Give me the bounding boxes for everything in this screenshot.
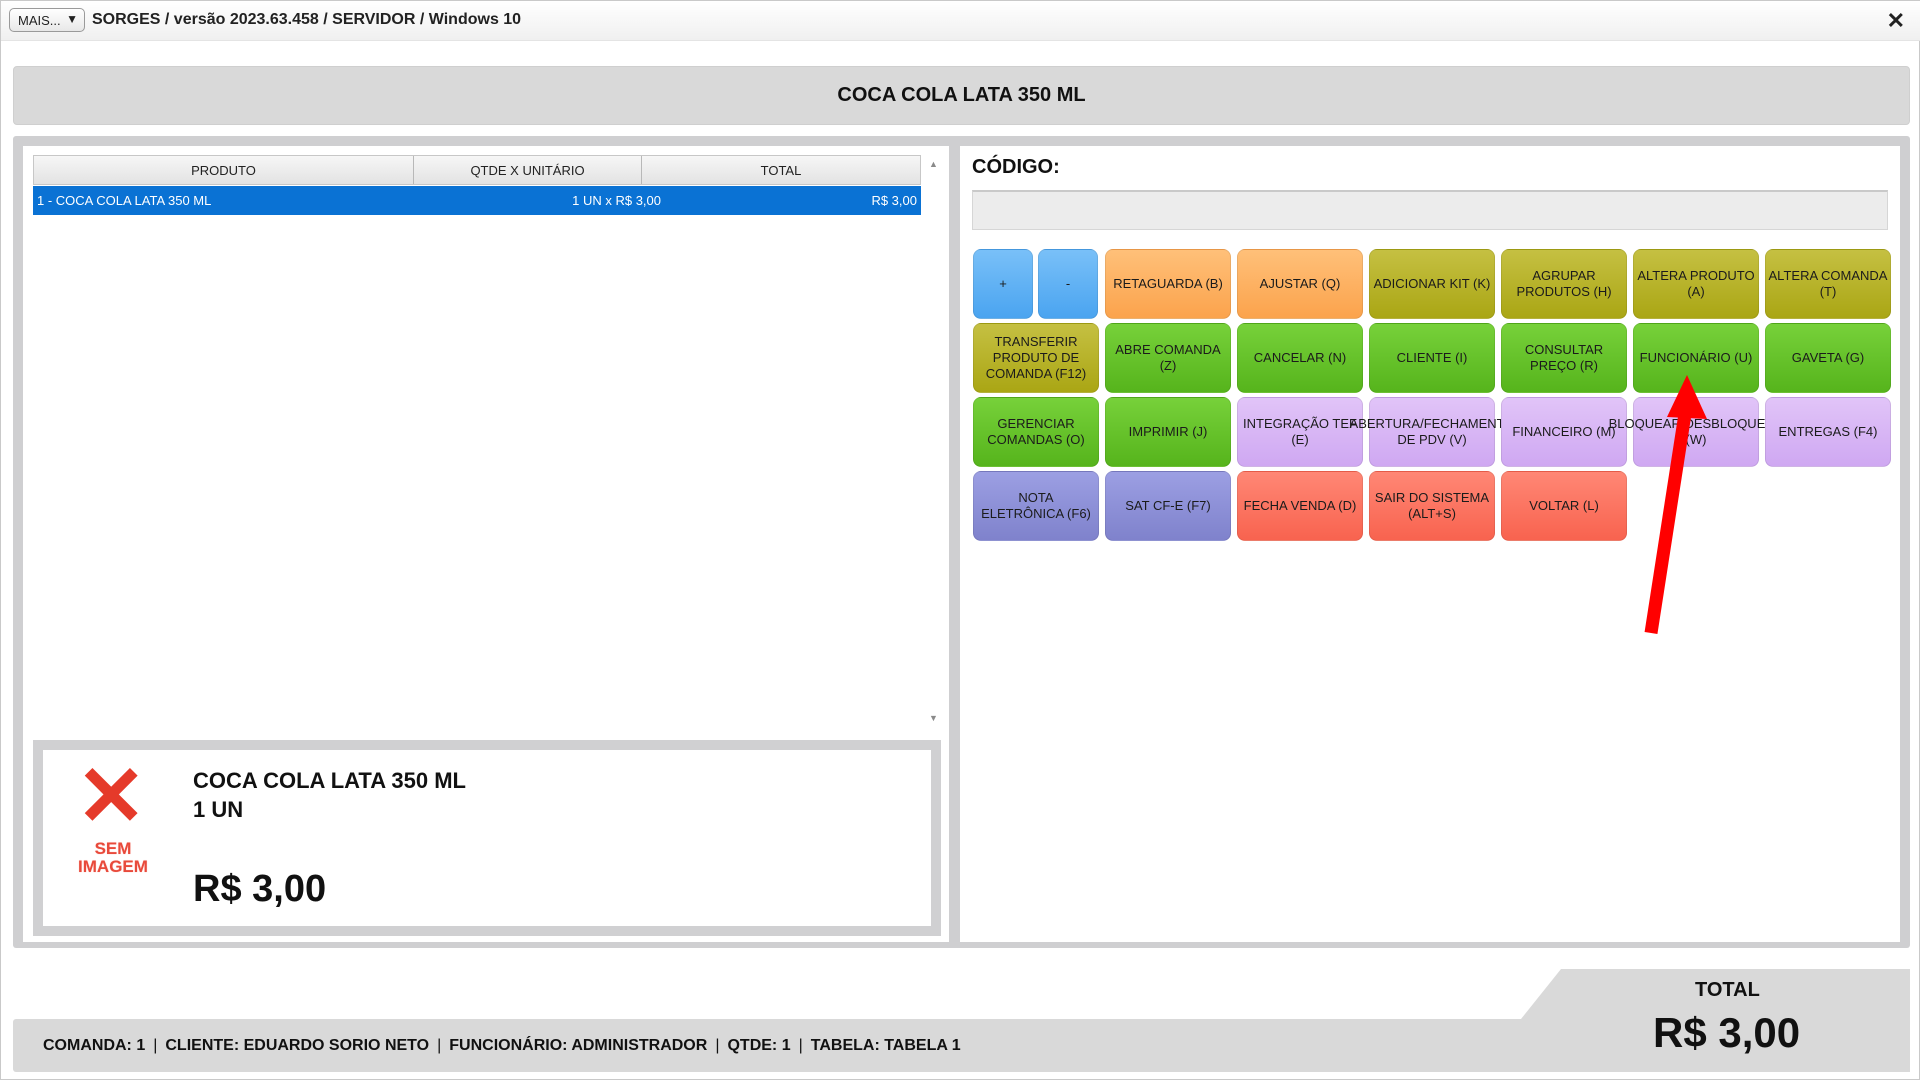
cliente-i-button[interactable]: CLIENTE (I) bbox=[1369, 323, 1495, 393]
integracao-tef-e-button[interactable]: INTEGRAÇÃO TEF (E) bbox=[1237, 397, 1363, 467]
product-detail: ✕ SEM IMAGEM COCA COLA LATA 350 ML 1 UN … bbox=[43, 750, 931, 926]
total-value: R$ 3,00 bbox=[1653, 1009, 1801, 1056]
grid-scrollbar[interactable]: ▲ ▼ bbox=[927, 155, 941, 729]
nota-eletronica-f6-button[interactable]: NOTA ELETRÔNICA (F6) bbox=[973, 471, 1099, 541]
sat-cf-e-f7-button[interactable]: SAT CF-E (F7) bbox=[1105, 471, 1231, 541]
column-header-produto[interactable]: PRODUTO bbox=[34, 156, 414, 184]
no-image-x-icon: ✕ bbox=[76, 749, 147, 843]
minus-button[interactable]: - bbox=[1038, 249, 1098, 319]
red-arrow-annotation bbox=[1644, 375, 1707, 634]
consultar-preco-r-button[interactable]: CONSULTAR PREÇO (R) bbox=[1501, 323, 1627, 393]
status-separator: | bbox=[715, 1036, 720, 1054]
gerenciar-comandas-o-button[interactable]: GERENCIAR COMANDAS (O) bbox=[973, 397, 1099, 467]
status-funcionario: FUNCIONÁRIO: ADMINISTRADOR bbox=[449, 1036, 708, 1054]
product-detail-frame: ✕ SEM IMAGEM COCA COLA LATA 350 ML 1 UN … bbox=[33, 740, 941, 936]
actions-panel: CÓDIGO: + - RETAGUARDA (B) AJUSTAR (Q) ADICI… bbox=[960, 146, 1900, 942]
table-row[interactable]: 1 - COCA COLA LATA 350 ML 1 UN x R$ 3,00… bbox=[33, 186, 921, 215]
abre-comanda-z-button[interactable]: ABRE COMANDA (Z) bbox=[1105, 323, 1231, 393]
abertura-fechamento-de-pdv-v-button[interactable]: ABERTURA/FECHAMENTO DE PDV (V) bbox=[1350, 397, 1514, 467]
altera-comanda-t-button[interactable]: ALTERA COMANDA (T) bbox=[1765, 249, 1891, 319]
status-separator: | bbox=[798, 1036, 803, 1054]
cell-produto: 1 - COCA COLA LATA 350 ML bbox=[37, 193, 212, 208]
fecha-venda-d-button[interactable]: FECHA VENDA (D) bbox=[1237, 471, 1363, 541]
main-frame: PRODUTO QTDE X UNITÁRIO TOTAL 1 - COCA C… bbox=[13, 136, 1910, 948]
mais-dropdown-button[interactable]: MAIS... ▼ bbox=[9, 8, 85, 32]
no-image-text: SEM IMAGEM bbox=[78, 839, 148, 876]
chevron-down-icon: ▼ bbox=[66, 12, 78, 26]
title-bar: MAIS... ▼ SORGES / versão 2023.63.458 / … bbox=[1, 1, 1920, 41]
agrupar-produtos-h-button[interactable]: AGRUPAR PRODUTOS (H) bbox=[1501, 249, 1627, 319]
app-window: MAIS... ▼ SORGES / versão 2023.63.458 / … bbox=[0, 0, 1920, 1080]
status-bar: COMANDA: 1 | CLIENTE: EDUARDO SORIO NETO… bbox=[13, 1019, 1573, 1072]
detail-product-name: COCA COLA LATA 350 ML bbox=[193, 768, 466, 793]
codigo-label: CÓDIGO: bbox=[972, 156, 1060, 178]
detail-price: R$ 3,00 bbox=[193, 868, 327, 910]
altera-produto-a-button[interactable]: ALTERA PRODUTO (A) bbox=[1633, 249, 1759, 319]
mais-label: MAIS... bbox=[18, 12, 61, 28]
cell-qtde: 1 UN x R$ 3,00 bbox=[572, 193, 661, 208]
detail-quantity: 1 UN bbox=[193, 797, 244, 822]
total-label: TOTAL bbox=[1695, 979, 1760, 1001]
status-separator: | bbox=[437, 1036, 442, 1054]
status-separator: | bbox=[153, 1036, 158, 1054]
cancelar-n-button[interactable]: CANCELAR (N) bbox=[1237, 323, 1363, 393]
close-icon[interactable]: ✕ bbox=[1887, 8, 1905, 34]
voltar-l-button[interactable]: VOLTAR (L) bbox=[1501, 471, 1627, 541]
adicionar-kit-k-button[interactable]: ADICIONAR KIT (K) bbox=[1369, 249, 1495, 319]
cell-total: R$ 3,00 bbox=[871, 193, 917, 208]
current-product-header: COCA COLA LATA 350 ML bbox=[13, 66, 1910, 125]
ajustar-q-button[interactable]: AJUSTAR (Q) bbox=[1237, 249, 1363, 319]
items-panel: PRODUTO QTDE X UNITÁRIO TOTAL 1 - COCA C… bbox=[23, 146, 949, 942]
transferir-produto-de-comanda-f12-button[interactable]: TRANSFERIR PRODUTO DE COMANDA (F12) bbox=[973, 323, 1099, 393]
column-header-qtde[interactable]: QTDE X UNITÁRIO bbox=[414, 156, 642, 184]
action-buttons-grid: + - RETAGUARDA (B) AJUSTAR (Q) ADICIONAR KIT… bbox=[973, 249, 1893, 609]
plus-button[interactable]: + bbox=[973, 249, 1033, 319]
column-header-total[interactable]: TOTAL bbox=[642, 156, 920, 184]
imprimir-j-button[interactable]: IMPRIMIR (J) bbox=[1105, 397, 1231, 467]
scroll-down-icon[interactable]: ▼ bbox=[929, 713, 938, 723]
scroll-up-icon[interactable]: ▲ bbox=[929, 159, 938, 169]
items-grid: PRODUTO QTDE X UNITÁRIO TOTAL 1 - COCA C… bbox=[33, 155, 921, 729]
status-cliente: CLIENTE: EDUARDO SORIO NETO bbox=[165, 1036, 430, 1054]
sair-do-sistema-alt-s-button[interactable]: SAIR DO SISTEMA (ALT+S) bbox=[1369, 471, 1495, 541]
status-qtde: QTDE: 1 bbox=[727, 1036, 791, 1054]
window-title: SORGES / versão 2023.63.458 / SERVIDOR /… bbox=[92, 11, 522, 28]
status-tabela: TABELA: TABELA 1 bbox=[810, 1036, 961, 1054]
entregas-f4-button[interactable]: ENTREGAS (F4) bbox=[1765, 397, 1891, 467]
codigo-input[interactable] bbox=[972, 190, 1888, 230]
retaguarda-b-button[interactable]: RETAGUARDA (B) bbox=[1105, 249, 1231, 319]
gaveta-g-button[interactable]: GAVETA (G) bbox=[1765, 323, 1891, 393]
status-comanda: COMANDA: 1 bbox=[43, 1036, 146, 1054]
no-image-placeholder: ✕ SEM IMAGEM bbox=[68, 754, 158, 876]
grid-header: PRODUTO QTDE X UNITÁRIO TOTAL bbox=[33, 155, 921, 185]
